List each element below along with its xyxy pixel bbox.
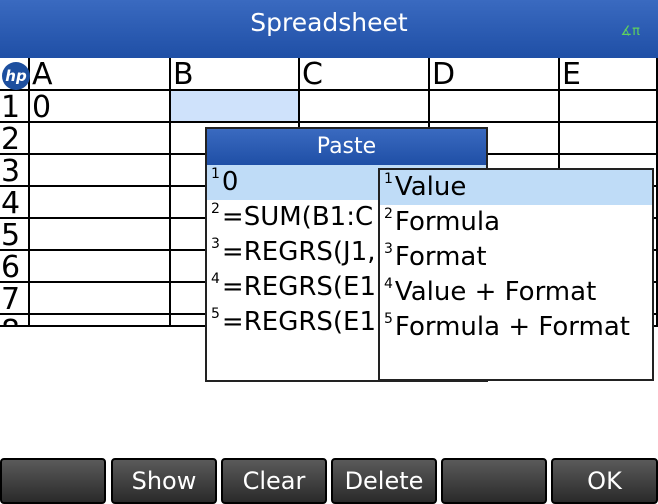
- softkey-bar: Show Clear Delete OK: [0, 458, 658, 504]
- paste-option-2[interactable]: 2Formula: [380, 205, 652, 240]
- cell-a3[interactable]: [30, 155, 171, 187]
- column-header-e[interactable]: E: [560, 58, 658, 91]
- cell-e1[interactable]: [560, 91, 658, 123]
- cell-a7[interactable]: [30, 283, 171, 315]
- paste-option-3[interactable]: 3Format: [380, 240, 652, 275]
- column-header-c[interactable]: C: [300, 58, 430, 91]
- softkey-ok[interactable]: OK: [551, 458, 658, 504]
- row-header-1[interactable]: 1: [0, 91, 30, 123]
- paste-item-number: 4: [211, 271, 220, 287]
- cell-d1[interactable]: [430, 91, 560, 123]
- softkey-blank-1[interactable]: [0, 458, 106, 504]
- cell-a6[interactable]: [30, 251, 171, 283]
- cell-a8[interactable]: [30, 315, 171, 327]
- paste-item-number: 2: [211, 201, 220, 217]
- column-header-a[interactable]: A: [30, 58, 171, 91]
- row-header-2[interactable]: 2: [0, 123, 30, 155]
- row-header-4[interactable]: 4: [0, 187, 30, 219]
- column-header-d[interactable]: D: [430, 58, 560, 91]
- paste-option-number: 4: [384, 276, 393, 292]
- cell-a4[interactable]: [30, 187, 171, 219]
- paste-option-label: Format: [394, 242, 487, 272]
- softkey-blank-5[interactable]: [441, 458, 547, 504]
- title-bar: Spreadsheet ∡π: [0, 0, 658, 60]
- paste-item-label: =SUM(B1:C: [221, 202, 374, 232]
- cell-c1[interactable]: [300, 91, 430, 123]
- cell-e2[interactable]: [560, 123, 658, 155]
- paste-option-label: Value + Format: [394, 277, 597, 307]
- paste-option-4[interactable]: 4Value + Format: [380, 275, 652, 310]
- paste-item-number: 3: [211, 236, 220, 252]
- paste-item-label: =REGRS(E1,: [221, 272, 385, 302]
- paste-option-number: 2: [384, 206, 393, 222]
- softkey-show[interactable]: Show: [111, 458, 217, 504]
- paste-option-number: 3: [384, 241, 393, 257]
- cell-b1[interactable]: [171, 91, 300, 123]
- row-header-6[interactable]: 6: [0, 251, 30, 283]
- app-title: Spreadsheet: [250, 8, 408, 37]
- paste-item-number: 1: [211, 166, 220, 182]
- cell-a1[interactable]: 0: [30, 91, 171, 123]
- paste-option-label: Value: [394, 172, 467, 202]
- paste-option-number: 1: [384, 171, 393, 187]
- angle-mode-indicator: ∡π: [620, 24, 640, 39]
- row-header-7[interactable]: 7: [0, 283, 30, 315]
- row-header-3[interactable]: 3: [0, 155, 30, 187]
- hp-logo-icon: hp: [2, 62, 30, 90]
- column-header-b[interactable]: B: [171, 58, 300, 91]
- paste-item-label: =REGRS(J1,: [221, 237, 376, 267]
- cell-a2[interactable]: [30, 123, 171, 155]
- cell-a5[interactable]: [30, 219, 171, 251]
- paste-option-5[interactable]: 5Formula + Format: [380, 310, 652, 345]
- row-header-5[interactable]: 5: [0, 219, 30, 251]
- softkey-clear[interactable]: Clear: [221, 458, 327, 504]
- paste-option-label: Formula: [394, 207, 501, 237]
- paste-option-number: 5: [384, 311, 393, 327]
- row-header-8[interactable]: 8: [0, 315, 30, 327]
- softkey-delete[interactable]: Delete: [331, 458, 437, 504]
- paste-item-label: =REGRS(E1,: [221, 307, 385, 337]
- paste-options-menu: 1Value 2Formula 3Format 4Value + Format 5For…: [378, 168, 654, 381]
- paste-popup-title: Paste: [207, 129, 486, 165]
- paste-option-label: Formula + Format: [394, 312, 630, 342]
- paste-item-number: 5: [211, 306, 220, 322]
- paste-option-1[interactable]: 1Value: [380, 170, 652, 205]
- paste-item-label: 0: [221, 167, 239, 197]
